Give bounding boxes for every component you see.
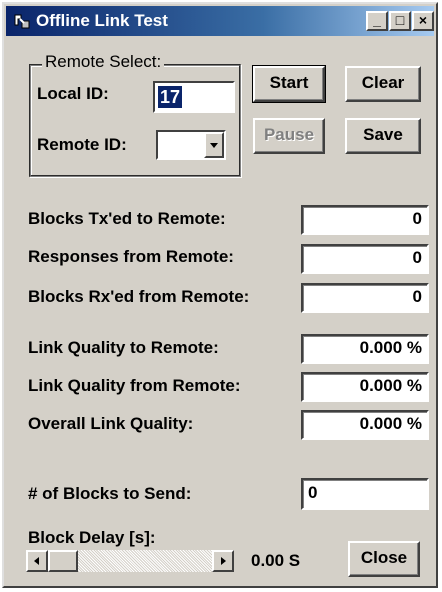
close-window-button[interactable]: ×: [412, 11, 434, 31]
window-title: Offline Link Test: [36, 11, 168, 30]
local-id-label: Local ID:: [37, 84, 109, 103]
arrow-left-icon: [34, 557, 39, 565]
blocks-rx-label: Blocks Rx'ed from Remote:: [28, 287, 250, 306]
quality-from-label: Link Quality from Remote:: [28, 376, 241, 395]
local-id-input[interactable]: 17: [153, 81, 235, 113]
save-button[interactable]: Save: [345, 118, 421, 154]
remote-select-label: Remote Select:: [42, 52, 165, 72]
link-icon: [14, 14, 30, 29]
responses-field: 0: [301, 244, 429, 274]
blocks-tx-label: Blocks Tx'ed to Remote:: [28, 209, 226, 228]
local-id-value: 17: [158, 86, 183, 108]
remote-id-select[interactable]: [156, 130, 226, 160]
blocks-to-send-label: # of Blocks to Send:: [28, 484, 192, 503]
block-delay-slider[interactable]: [26, 550, 234, 572]
scroll-left-button[interactable]: [26, 550, 48, 572]
start-button[interactable]: Start: [252, 65, 326, 103]
scroll-right-button[interactable]: [212, 550, 234, 572]
quality-to-field: 0.000 %: [301, 334, 429, 364]
offline-link-test-window: Offline Link Test _ □ × Remote Select: L…: [2, 2, 438, 588]
responses-label: Responses from Remote:: [28, 247, 234, 266]
chevron-down-icon: [210, 143, 218, 148]
block-delay-label: Block Delay [s]:: [28, 528, 156, 547]
arrow-right-icon: [221, 557, 226, 565]
clear-button[interactable]: Clear: [345, 66, 421, 102]
pause-button[interactable]: Pause: [253, 118, 325, 154]
quality-to-label: Link Quality to Remote:: [28, 338, 219, 357]
blocks-to-send-input[interactable]: 0: [301, 478, 429, 510]
blocks-tx-field: 0: [301, 205, 429, 235]
blocks-rx-field: 0: [301, 283, 429, 313]
overall-quality-label: Overall Link Quality:: [28, 414, 194, 433]
slider-thumb[interactable]: [48, 550, 78, 572]
block-delay-value: 0.00 S: [251, 551, 301, 570]
quality-from-field: 0.000 %: [301, 372, 429, 402]
remote-id-label: Remote ID:: [37, 135, 127, 154]
dropdown-arrow-button[interactable]: [204, 132, 224, 158]
maximize-button[interactable]: □: [389, 11, 411, 31]
minimize-button[interactable]: _: [366, 11, 388, 31]
close-button[interactable]: Close: [348, 541, 420, 577]
overall-quality-field: 0.000 %: [301, 410, 429, 440]
title-bar[interactable]: Offline Link Test _ □ ×: [6, 6, 434, 36]
